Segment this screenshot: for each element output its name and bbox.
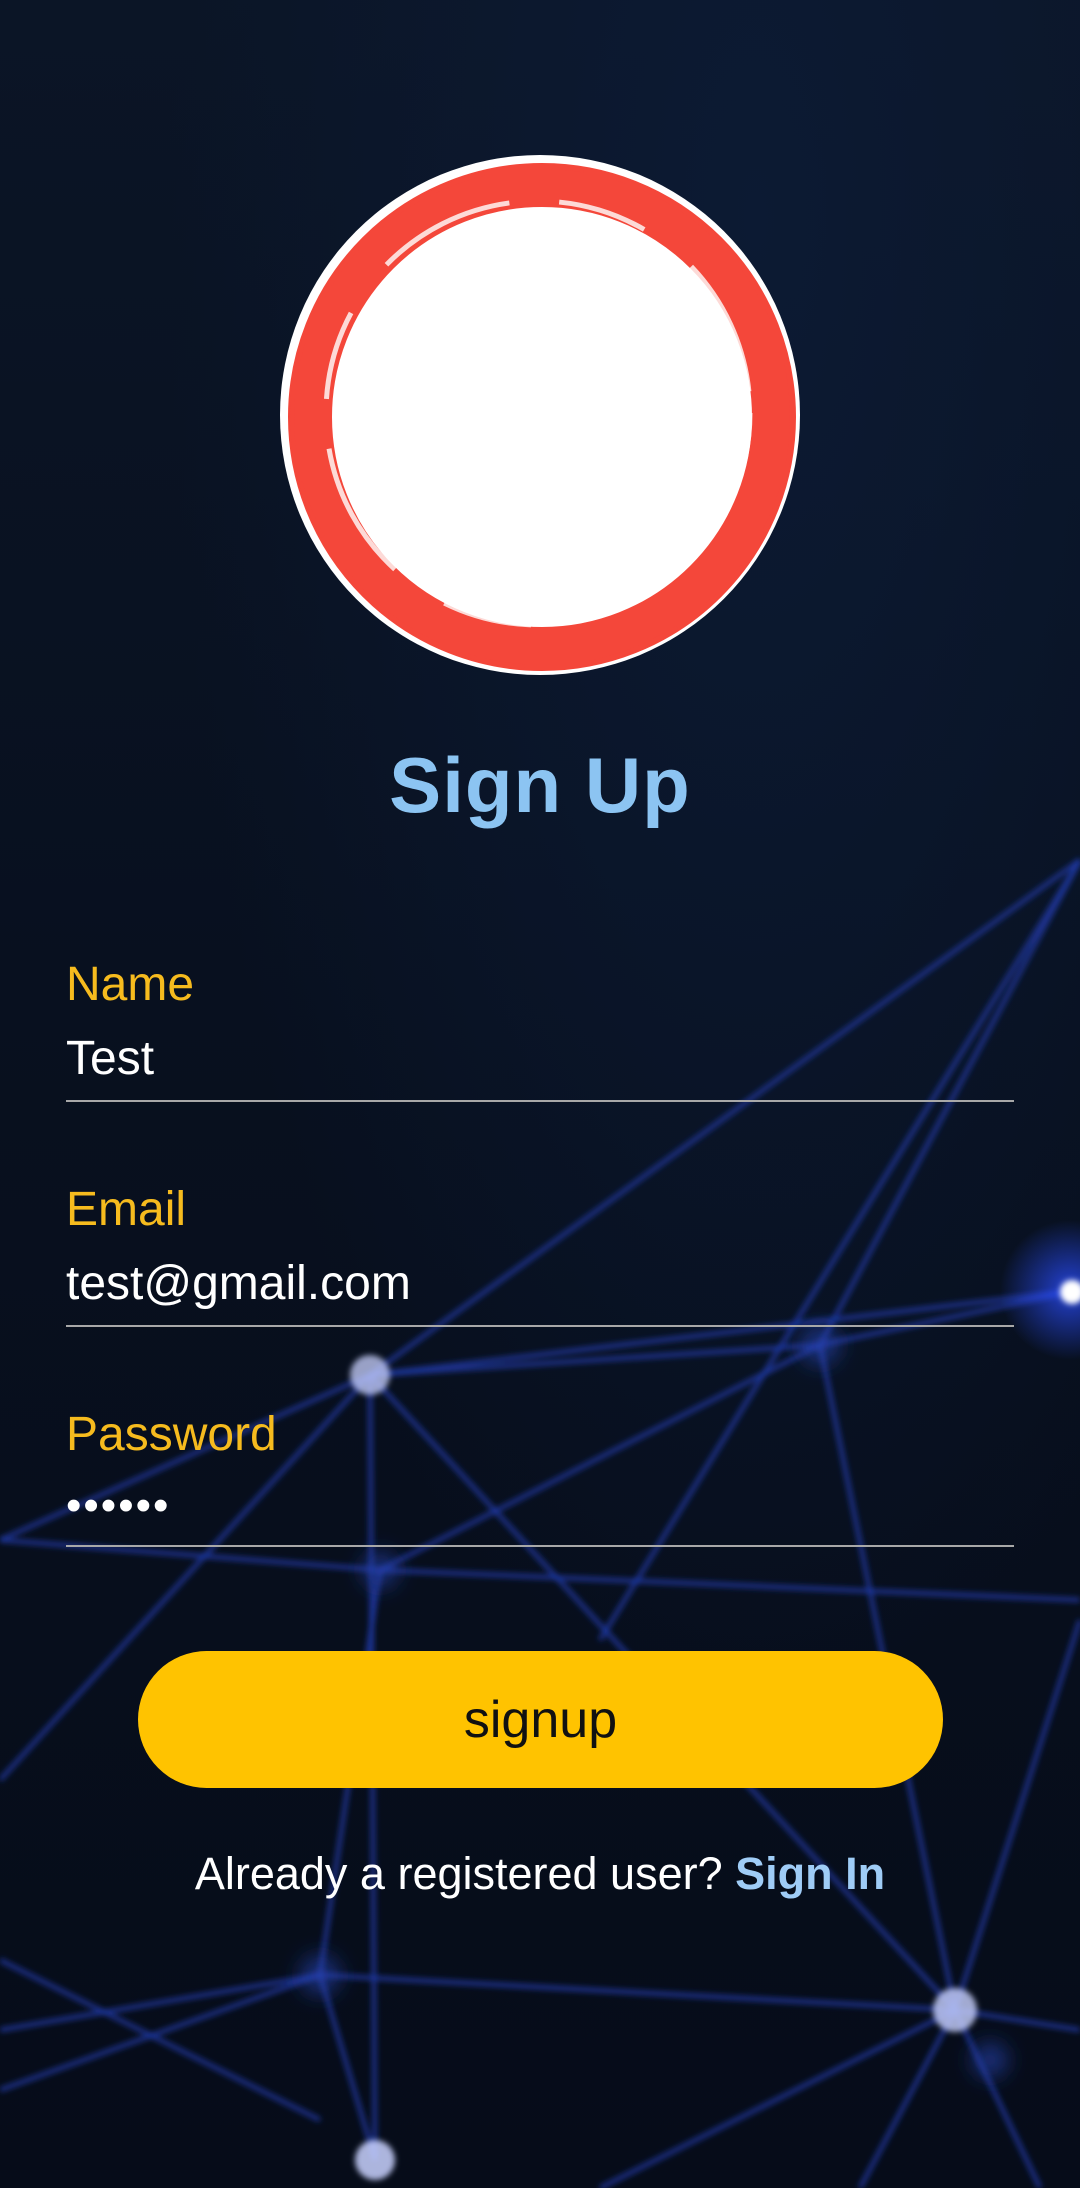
name-input[interactable] — [66, 1021, 1014, 1102]
signup-screen: Sign Up Name Email Password signup Alrea… — [0, 0, 1080, 2188]
name-field: Name — [66, 955, 1014, 1102]
name-label: Name — [66, 958, 195, 1011]
email-input[interactable] — [66, 1246, 1014, 1327]
password-field: Password — [66, 1405, 1014, 1547]
signin-prompt-text: Already a registered user? — [194, 1848, 723, 1899]
signin-prompt-row: Already a registered user? Sign In — [0, 1848, 1080, 1900]
signup-button[interactable]: signup — [138, 1651, 943, 1788]
avatar-circle-icon[interactable] — [280, 155, 800, 675]
avatar-ring-graphic — [288, 163, 796, 671]
password-label: Password — [66, 1408, 277, 1461]
signin-link[interactable]: Sign In — [735, 1848, 885, 1899]
email-field: Email — [66, 1180, 1014, 1327]
email-label: Email — [66, 1183, 187, 1236]
password-input[interactable] — [66, 1471, 1014, 1547]
page-title: Sign Up — [389, 741, 691, 829]
